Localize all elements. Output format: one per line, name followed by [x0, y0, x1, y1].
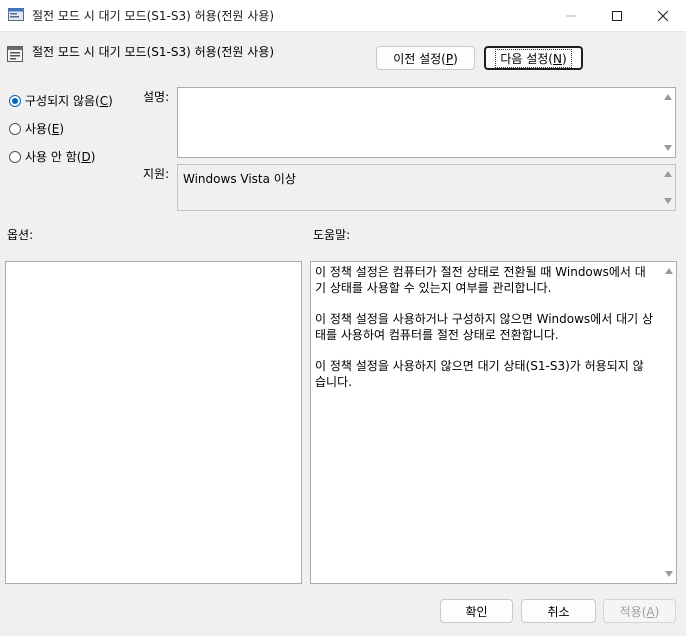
radio-disabled[interactable]: 사용 안 함(D) [9, 148, 95, 165]
comment-label: 설명: [143, 90, 170, 104]
help-paragraph: 이 정책 설정을 사용하거나 구성하지 않으면 Windows에서 대기 상태를… [315, 312, 654, 342]
previous-setting-button[interactable]: 이전 설정(P) [376, 46, 475, 70]
ok-button[interactable]: 확인 [440, 599, 513, 623]
help-label: 도움말: [313, 228, 351, 242]
title-bar: 절전 모드 시 대기 모드(S1-S3) 허용(전원 사용) [0, 0, 686, 32]
radio-button[interactable] [9, 122, 21, 135]
radio-button[interactable] [9, 150, 21, 163]
comment-textarea[interactable] [177, 87, 676, 158]
close-button[interactable] [640, 0, 686, 31]
apply-button[interactable]: 적용(A) [603, 599, 676, 623]
next-setting-button[interactable]: 다음 설정(N) [484, 46, 583, 70]
cancel-label: 취소 [547, 604, 570, 619]
minimize-icon [566, 15, 576, 16]
help-text: 이 정책 설정은 컴퓨터가 절전 상태로 전환될 때 Windows에서 대기 … [315, 264, 654, 405]
scroll-up-icon[interactable] [664, 94, 672, 100]
radio-enabled[interactable]: 사용(E) [9, 120, 64, 137]
scroll-up-icon[interactable] [665, 268, 673, 274]
supported-on-box: Windows Vista 이상 [177, 164, 676, 211]
policy-icon [8, 8, 24, 21]
maximize-button[interactable] [594, 0, 640, 31]
close-icon [658, 10, 668, 21]
help-pane: 이 정책 설정은 컴퓨터가 절전 상태로 전환될 때 Windows에서 대기 … [310, 261, 677, 584]
help-paragraph: 이 정책 설정을 사용하지 않으면 대기 상태(S1-S3)가 허용되지 않습니… [315, 359, 644, 389]
cancel-button[interactable]: 취소 [521, 599, 596, 623]
window-title: 절전 모드 시 대기 모드(S1-S3) 허용(전원 사용) [32, 9, 275, 23]
radio-not-configured[interactable]: 구성되지 않음(C) [9, 92, 113, 109]
supported-on-text: Windows Vista 이상 [183, 172, 296, 186]
radio-disabled-label: 사용 안 함(D) [25, 150, 96, 164]
maximize-icon [612, 10, 622, 21]
radio-not-configured-label: 구성되지 않음(C) [25, 94, 113, 108]
previous-setting-label: 이전 설정(P) [393, 51, 458, 66]
ok-label: 확인 [465, 604, 488, 619]
apply-label: 적용(A) [619, 604, 660, 619]
options-pane [5, 261, 302, 584]
minimize-button[interactable] [548, 0, 594, 31]
scroll-down-icon[interactable] [664, 198, 672, 204]
next-setting-label: 다음 설정(N) [495, 48, 572, 68]
radio-enabled-label: 사용(E) [25, 122, 65, 136]
options-label: 옵션: [7, 228, 34, 242]
scroll-down-icon[interactable] [664, 145, 672, 151]
scroll-up-icon[interactable] [664, 171, 672, 177]
scroll-down-icon[interactable] [665, 571, 673, 577]
help-paragraph: 이 정책 설정은 컴퓨터가 절전 상태로 전환될 때 Windows에서 대기 … [315, 265, 646, 295]
policy-title: 절전 모드 시 대기 모드(S1-S3) 허용(전원 사용) [32, 45, 275, 59]
policy-setting-icon [7, 46, 23, 62]
supported-label: 지원: [143, 167, 170, 181]
radio-button-checked[interactable] [9, 94, 21, 107]
